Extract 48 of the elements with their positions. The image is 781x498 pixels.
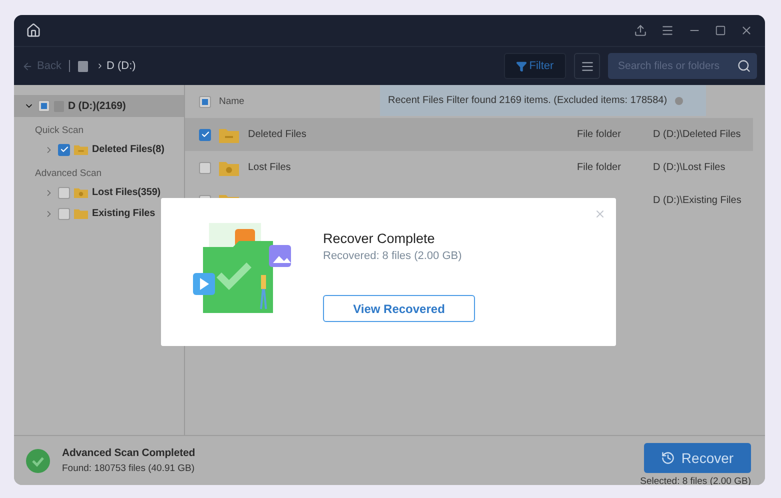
maximize-icon[interactable] (715, 25, 726, 36)
file-path: D (D:)\Existing Files (653, 195, 742, 206)
share-icon[interactable] (634, 24, 647, 37)
scan-status: Advanced Scan Completed (62, 447, 196, 459)
file-type: File folder (577, 162, 621, 173)
checkbox[interactable] (58, 144, 70, 156)
select-all-checkbox[interactable] (199, 96, 211, 108)
file-path: D (D:)\Deleted Files (653, 129, 742, 140)
folder-minus-icon (74, 144, 88, 156)
tree-item[interactable]: Lost Files(359) (92, 187, 161, 198)
file-row[interactable]: Deleted Files File folder D (D:)\Deleted Files (185, 118, 753, 151)
file-row[interactable]: Lost Files File folder D (D:)\Lost Files (185, 151, 753, 184)
group-label: Quick Scan (34, 124, 85, 138)
filter-button[interactable]: Filter (504, 53, 566, 79)
filter-notice-text: Recent Files Filter found 2169 items. (Excluded items: 178584) (388, 95, 668, 106)
recover-button[interactable]: Recover (644, 442, 751, 472)
tree-item[interactable]: Existing Files (92, 208, 156, 219)
history-icon (661, 450, 676, 464)
list-view-button[interactable] (574, 53, 600, 79)
column-header[interactable]: Name (219, 96, 244, 107)
found-summary: Found: 180753 files (40.91 GB) (62, 463, 196, 474)
group-label: Advanced Scan (34, 167, 103, 181)
checkbox[interactable] (199, 128, 211, 140)
checkbox[interactable] (58, 208, 70, 220)
checkbox[interactable] (38, 100, 50, 112)
home-icon[interactable] (26, 23, 41, 38)
file-type: File folder (577, 129, 621, 140)
dialog-subtitle: Recovered: 8 files (2.00 GB) (323, 250, 463, 262)
tree-item[interactable]: D (D:)(2169) (14, 95, 184, 117)
folder-minus-icon (219, 126, 239, 142)
arrow-left-icon (22, 60, 33, 72)
file-name: Lost Files (248, 162, 291, 173)
file-name: Deleted Files (248, 129, 306, 140)
breadcrumb[interactable]: D (D:) (96, 60, 136, 72)
view-recovered-button[interactable]: View Recovered (323, 295, 475, 322)
checkbox[interactable] (58, 186, 70, 198)
dialog-title: Recover Complete (323, 231, 436, 246)
tree-item[interactable]: Deleted Files(8) (92, 144, 164, 155)
search-icon[interactable] (737, 59, 751, 73)
folder-icon (74, 208, 88, 220)
list-icon (580, 60, 594, 72)
close-icon[interactable] (740, 24, 753, 37)
checkbox[interactable] (199, 162, 211, 174)
funnel-icon (516, 60, 528, 72)
file-path: D (D:)\Lost Files (653, 162, 726, 173)
check-icon (26, 448, 50, 472)
drive-icon (78, 60, 88, 72)
menu-icon[interactable] (661, 24, 674, 37)
